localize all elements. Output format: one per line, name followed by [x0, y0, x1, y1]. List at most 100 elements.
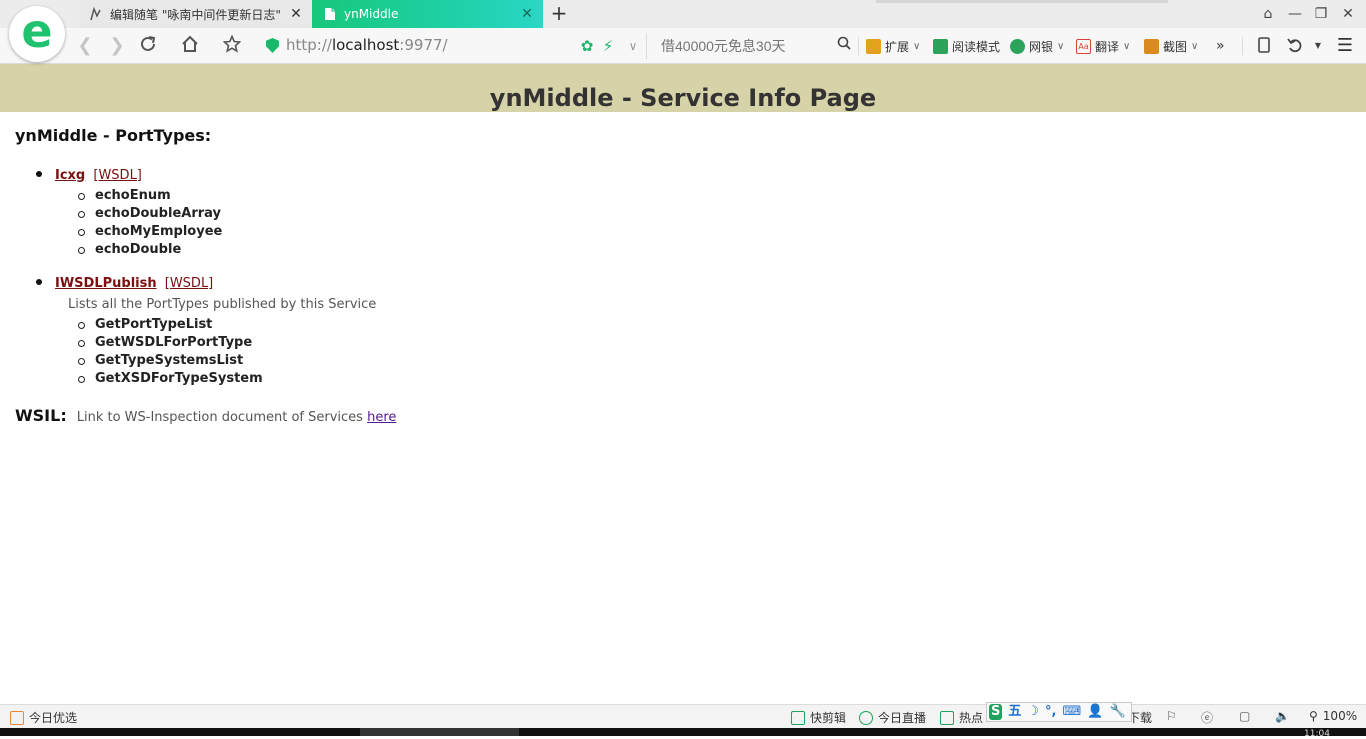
search-box: [646, 33, 856, 59]
page-favicon-icon: [324, 7, 336, 21]
reading-mode-button[interactable]: 阅读模式: [933, 37, 1000, 55]
status-bar: 今日优选 快剪辑 今日直播 热点 下载 ⚐ ⓔ ▢ 🔈 ⚲ 100%: [0, 704, 1366, 728]
method-item: echoDouble: [76, 241, 222, 259]
close-window-button[interactable]: ✕: [1336, 4, 1360, 24]
quick-clip-button[interactable]: 快剪辑: [791, 709, 846, 726]
window-icon[interactable]: ▢: [1239, 709, 1250, 723]
favorite-star-icon[interactable]: [221, 34, 243, 57]
tab-close-icon[interactable]: ✕: [517, 6, 537, 22]
ime-logo-icon[interactable]: S: [989, 704, 1003, 720]
tool-label: 扩展: [885, 39, 910, 54]
sound-icon[interactable]: 🔈: [1275, 709, 1290, 723]
search-input[interactable]: [661, 36, 831, 56]
wsdl-link[interactable]: [WSDL]: [93, 168, 142, 183]
taskbar-active-item[interactable]: [360, 728, 519, 736]
extensions-button[interactable]: 扩展 ∨: [866, 37, 920, 55]
tab-blog-edit[interactable]: 编辑随笔 "咏南中间件更新日志" ✕: [80, 0, 312, 28]
tab-title: ynMiddle: [344, 7, 399, 21]
divider: [1242, 37, 1243, 55]
status-label: 快剪辑: [810, 711, 847, 725]
page-title: ynMiddle - Service Info Page: [489, 84, 877, 112]
method-list: echoEnum echoDoubleArray echoMyEmployee …: [76, 187, 222, 259]
tab-close-icon[interactable]: ✕: [286, 6, 306, 22]
dropdown-chevron-icon[interactable]: ∨: [624, 37, 642, 55]
url-host: localhost: [331, 36, 400, 54]
porttype-description: Lists all the PortTypes published by thi…: [68, 297, 377, 312]
page-banner: ynMiddle - Service Info Page: [0, 64, 1366, 112]
translate-button[interactable]: Aa 翻译 ∨: [1076, 37, 1130, 55]
divider: [858, 37, 859, 55]
undo-dropdown-icon[interactable]: ▼: [1309, 37, 1327, 55]
restore-button[interactable]: ❐: [1309, 4, 1333, 24]
search-icon[interactable]: [837, 36, 855, 54]
ie-mode-icon[interactable]: ⓔ: [1201, 709, 1213, 726]
wsil-label: WSIL:: [15, 406, 67, 425]
wsdl-link[interactable]: [WSDL]: [165, 276, 214, 291]
status-label: 热点: [959, 711, 984, 725]
gift-icon: [10, 710, 24, 725]
wsil-here-link[interactable]: here: [367, 410, 396, 425]
blog-favicon-icon: [90, 6, 102, 21]
reload-icon[interactable]: [137, 35, 159, 57]
secure-shield-icon[interactable]: [266, 38, 279, 53]
porttype-link[interactable]: IWSDLPublish: [55, 276, 157, 291]
extensions-icon: [866, 38, 881, 54]
ime-moon-icon[interactable]: ☽: [1027, 704, 1039, 720]
mobile-icon[interactable]: [1255, 37, 1273, 55]
ime-wubi-icon[interactable]: 五: [1008, 704, 1021, 720]
tool-label: 网银: [1029, 39, 1054, 54]
address-bar[interactable]: http://localhost:9977/: [286, 36, 448, 54]
taskbar-clock: 11:04: [1304, 729, 1330, 739]
hot-news-button[interactable]: 热点: [940, 709, 983, 726]
page-content: ynMiddle - Service Info Page ynMiddle - …: [0, 64, 1366, 704]
ime-keyboard-icon[interactable]: ⌨: [1063, 704, 1082, 720]
method-item: GetTypeSystemsList: [76, 352, 376, 370]
porttypes-heading: ynMiddle - PortTypes:: [15, 126, 212, 145]
tool-label: 阅读模式: [952, 39, 1001, 54]
zoom-control[interactable]: ⚲ 100%: [1309, 709, 1357, 723]
flag-icon[interactable]: ⚐: [1166, 709, 1177, 723]
method-item: GetXSDForTypeSystem: [76, 370, 376, 388]
bank-shield-icon: [1010, 38, 1025, 54]
porttype-item: Icxg [WSDL] echoEnum echoDoubleArray ech…: [36, 168, 222, 259]
method-item: GetWSDLForPortType: [76, 334, 376, 352]
method-item: echoMyEmployee: [76, 223, 222, 241]
reading-mode-icon: [933, 38, 948, 54]
taskbar: [0, 728, 1366, 736]
bank-button[interactable]: 网银 ∨: [1010, 37, 1064, 55]
method-item: GetPortTypeList: [76, 316, 376, 334]
news-icon: [940, 710, 954, 725]
more-tools-button[interactable]: »: [1216, 37, 1225, 55]
status-label: 今日直播: [878, 711, 927, 725]
ime-punct-icon[interactable]: °,: [1045, 704, 1056, 720]
zoom-level: 100%: [1322, 709, 1358, 723]
live-button[interactable]: 今日直播: [859, 709, 926, 726]
daily-picks-button[interactable]: 今日优选: [10, 709, 77, 726]
browser-logo-icon[interactable]: e: [9, 6, 65, 62]
skin-icon[interactable]: ⌂: [1256, 4, 1280, 24]
screenshot-button[interactable]: 截图 ∨: [1144, 37, 1198, 55]
porttype-link[interactable]: Icxg: [55, 168, 85, 183]
new-tab-button[interactable]: +: [548, 3, 570, 25]
status-label: 今日优选: [29, 711, 78, 725]
back-icon[interactable]: ❮: [74, 35, 96, 57]
refresh-speed-icon[interactable]: ✿: [578, 37, 596, 55]
method-item: echoEnum: [76, 187, 222, 205]
ime-toolbar[interactable]: S 五 ☽ °, ⌨ 👤 🔧: [986, 702, 1132, 722]
undo-close-icon[interactable]: [1286, 37, 1304, 55]
minimize-button[interactable]: —: [1283, 4, 1307, 24]
tab-title: 编辑随笔 "咏南中间件更新日志": [110, 7, 281, 22]
method-list: GetPortTypeList GetWSDLForPortType GetTy…: [76, 316, 376, 388]
tab-ynmiddle[interactable]: ynMiddle ✕: [312, 0, 543, 28]
menu-icon[interactable]: ☰: [1336, 37, 1354, 55]
bullet-icon: [36, 278, 42, 285]
ime-user-icon[interactable]: 👤: [1087, 704, 1103, 720]
tool-label: 截图: [1163, 39, 1188, 54]
forward-icon[interactable]: ❯: [106, 35, 128, 57]
window-drag-bar[interactable]: [876, 0, 1168, 3]
home-icon[interactable]: [179, 35, 201, 57]
lightning-icon[interactable]: ⚡: [599, 37, 617, 55]
screenshot-icon: [1144, 38, 1159, 54]
tab-strip: 编辑随笔 "咏南中间件更新日志" ✕ ynMiddle ✕ + ⌂ — ❐ ✕: [0, 0, 1366, 28]
ime-settings-icon[interactable]: 🔧: [1109, 704, 1125, 720]
